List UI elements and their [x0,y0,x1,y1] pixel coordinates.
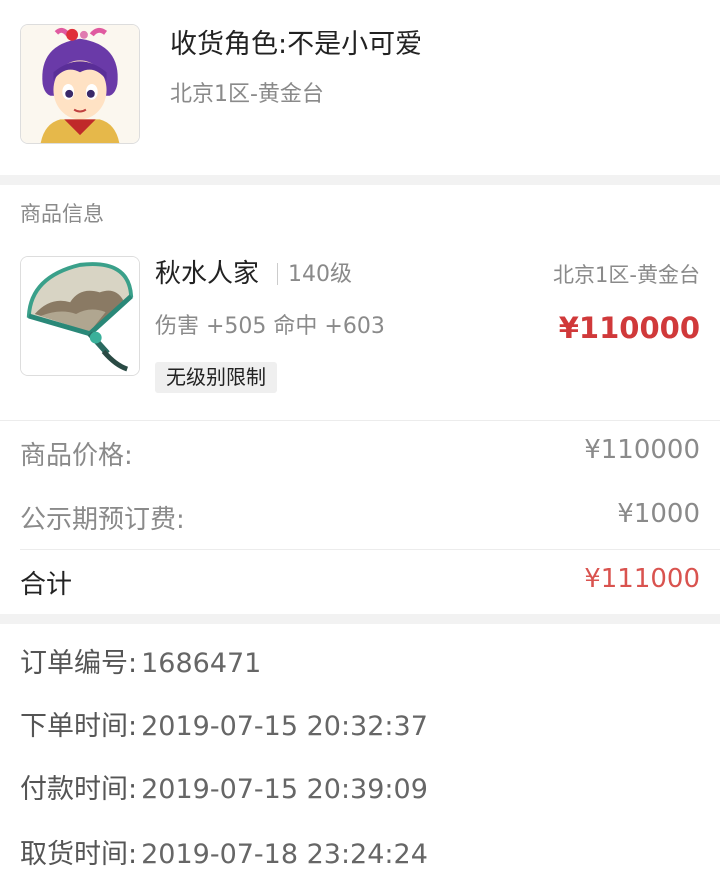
payment-time-value: 2019-07-15 20:39:09 [141,774,428,805]
item-price: ¥110000 [558,311,700,345]
total-value: ¥111000 [584,564,700,594]
pickup-time-value: 2019-07-18 23:24:24 [141,839,428,870]
price-row-total: 合计 ¥111000 [0,550,720,614]
item-name: 秋水人家 [155,259,260,289]
pickup-time: 取货时间: 2019-07-18 23:24:24 [20,832,428,871]
price-row-deposit: 公示期预订费: ¥1000 [0,485,720,549]
item-server: 北京1区-黄金台 [553,263,700,287]
receiver-server: 北京1区-黄金台 [170,82,324,107]
price-row-item: 商品价格: ¥110000 [0,421,720,485]
order-number-value: 1686471 [141,648,262,679]
order-created-value: 2019-07-15 20:32:37 [141,711,428,742]
payment-time: 付款时间: 2019-07-15 20:39:09 [20,767,428,806]
total-label: 合计 [20,570,73,600]
item-image[interactable] [20,256,140,376]
character-avatar [20,24,140,144]
level-restriction-tag: 无级别限制 [155,362,277,393]
character-portrait-icon [21,25,139,143]
price-row-label: 商品价格: [20,441,133,471]
item-stats: 伤害 +505 命中 +603 [155,314,385,339]
receiver-header: 收货角色:不是小可爱 北京1区-黄金台 [0,0,720,175]
price-row-value: ¥110000 [584,435,700,465]
order-created-label: 下单时间: [20,711,138,742]
pickup-time-label: 取货时间: [20,839,138,870]
item-level: 140级 [288,262,352,287]
price-row-label: 公示期预订费: [20,505,185,535]
order-created-time: 下单时间: 2019-07-15 20:32:37 [20,704,428,743]
payment-time-label: 付款时间: [20,774,138,805]
order-number-label: 订单编号: [20,648,138,679]
section-divider [0,175,720,185]
fan-weapon-image-icon [21,257,139,375]
section-label-item-info: 商品信息 [20,202,104,226]
section-divider [0,614,720,624]
price-row-value: ¥1000 [617,499,700,529]
level-separator [277,263,278,285]
receiver-role-name: 收货角色:不是小可爱 [170,29,423,60]
order-number: 订单编号: 1686471 [20,641,261,680]
